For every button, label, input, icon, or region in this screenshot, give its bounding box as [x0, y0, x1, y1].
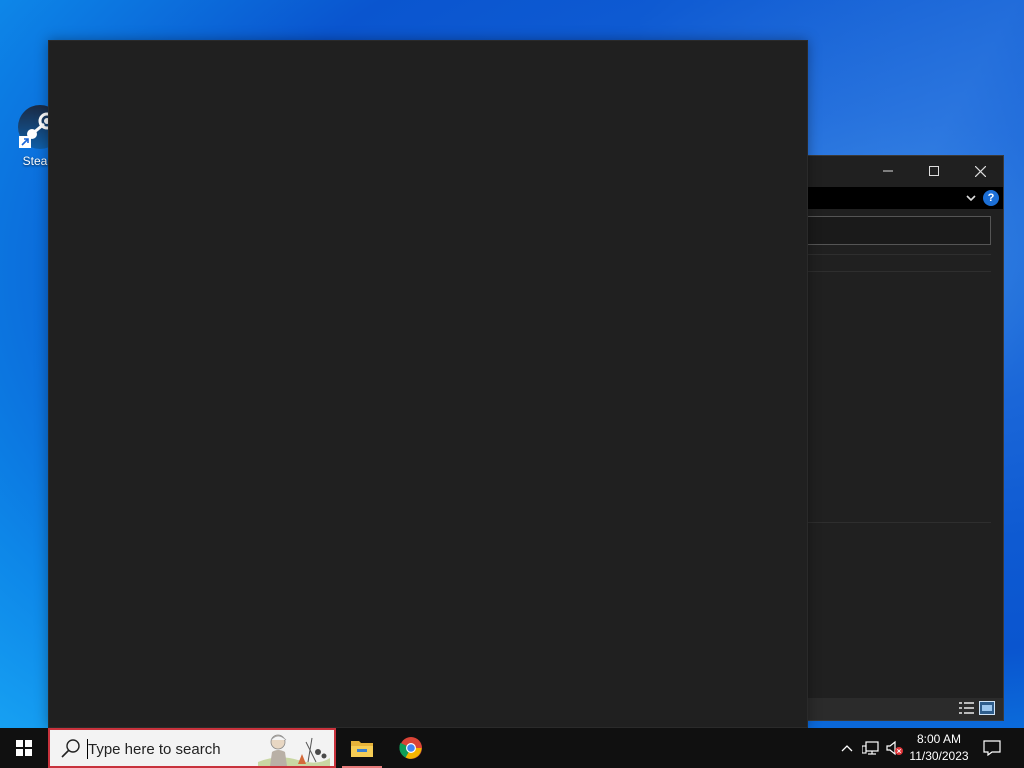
- search-input[interactable]: Type here to search: [88, 741, 221, 758]
- maximize-icon[interactable]: [911, 156, 957, 186]
- clock-date: 11/30/2023: [909, 749, 969, 763]
- details-view-icon[interactable]: [959, 701, 975, 715]
- search-highlight-illustration: [258, 732, 330, 766]
- search-box[interactable]: Type here to search: [48, 728, 336, 768]
- file-explorer-taskbar-button[interactable]: [338, 728, 386, 768]
- chrome-icon: [399, 737, 422, 759]
- windows-icon: [16, 740, 32, 756]
- chevron-down-icon[interactable]: [965, 191, 977, 209]
- clock-time: 8:00 AM: [916, 732, 962, 746]
- volume-muted-icon[interactable]: [884, 728, 906, 768]
- file-explorer-icon: [351, 741, 373, 757]
- clock[interactable]: 8:00 AM 11/30/2023: [906, 728, 972, 768]
- help-icon[interactable]: ?: [983, 190, 999, 206]
- close-icon[interactable]: [957, 156, 1003, 186]
- start-button[interactable]: [0, 728, 48, 768]
- foreground-window[interactable]: [48, 40, 808, 728]
- notification-icon[interactable]: [980, 728, 1004, 768]
- large-icons-view-icon[interactable]: [979, 701, 995, 715]
- taskbar: Type here to search 8:00 AM 11/30/2023: [0, 728, 1024, 768]
- chevron-up-icon[interactable]: [838, 728, 856, 768]
- minimize-icon[interactable]: [865, 156, 911, 186]
- search-icon: [60, 738, 82, 763]
- network-icon[interactable]: [860, 728, 882, 768]
- chrome-taskbar-button[interactable]: [387, 728, 435, 768]
